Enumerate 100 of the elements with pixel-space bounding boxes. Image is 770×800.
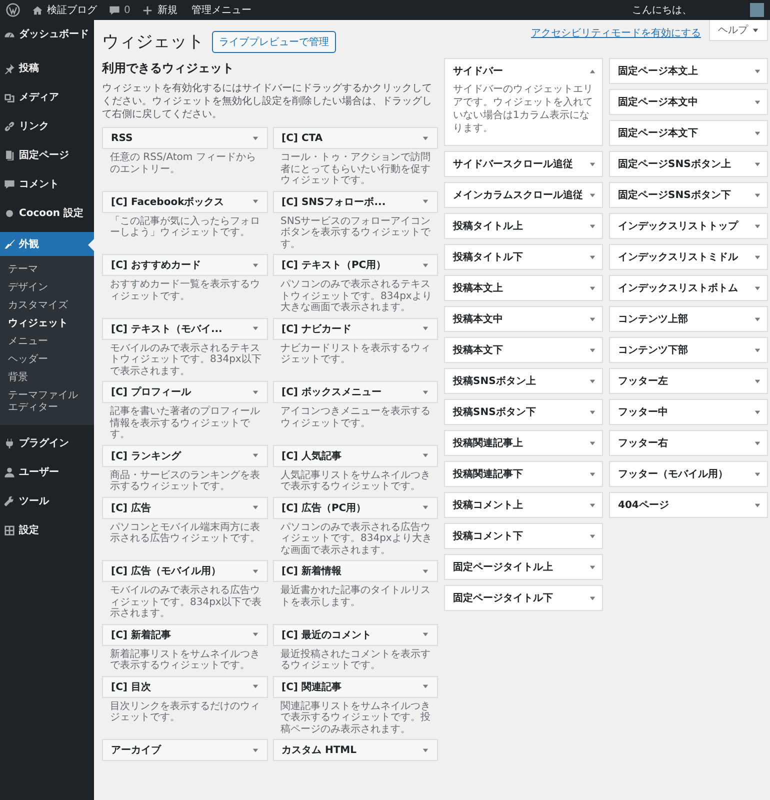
sidebar-menu-item[interactable]: プラグイン [0, 433, 94, 453]
submenu-item[interactable]: カスタマイズ [0, 297, 94, 315]
widget-area-panel[interactable]: 投稿SNSボタン下 [444, 399, 603, 425]
widget-area-panel[interactable]: 投稿コメント上 [444, 492, 603, 518]
caret-down-icon[interactable] [754, 440, 761, 446]
widget-area-panel[interactable]: コンテンツ上部 [609, 306, 768, 332]
caret-down-icon[interactable] [754, 378, 761, 384]
caret-down-icon[interactable] [754, 192, 761, 198]
sidebar-menu-item[interactable]: 外観 [0, 232, 94, 256]
submenu-item[interactable]: テーマ [0, 261, 94, 279]
widget-area-panel[interactable]: 投稿本文上 [444, 275, 603, 301]
widget-area-panel[interactable]: サイドバースクロール追従 [444, 151, 603, 177]
submenu-item[interactable]: ウィジェット [0, 315, 94, 333]
widget-card[interactable]: [C] Facebookボックス [102, 190, 268, 212]
widget-area-panel[interactable]: メインカラムスクロール追従 [444, 182, 603, 208]
widget-area-panel[interactable]: 投稿本文下 [444, 337, 603, 363]
widget-area-panel[interactable]: 投稿関連記事上 [444, 430, 603, 456]
widget-card[interactable]: [C] おすすめカード [102, 254, 268, 276]
caret-down-icon[interactable] [589, 502, 596, 508]
widget-area-panel[interactable]: 投稿タイトル上 [444, 213, 603, 239]
submenu-item[interactable]: デザイン [0, 279, 94, 297]
sidebar-menu-item[interactable]: ツール [0, 491, 94, 511]
widget-card[interactable]: [C] CTA [272, 127, 438, 149]
caret-down-icon[interactable] [754, 284, 761, 292]
caret-down-icon[interactable] [754, 502, 761, 508]
site-name-link[interactable]: 検証ブログ [47, 3, 97, 17]
widget-area-panel[interactable]: 固定ページSNSボタン下 [609, 182, 768, 208]
widget-card[interactable]: [C] 新着記事 [102, 624, 268, 646]
accessibility-mode-link[interactable]: アクセシビリティモードを有効にする [531, 26, 701, 40]
widget-card[interactable]: [C] プロフィール [102, 381, 268, 403]
sidebar-menu-item[interactable]: 投稿 [0, 58, 94, 78]
submenu-item[interactable]: テーマファイルエディター [0, 387, 94, 417]
wordpress-logo-icon[interactable] [6, 3, 20, 17]
caret-down-icon[interactable] [754, 222, 761, 230]
caret-up-icon[interactable] [589, 68, 596, 74]
widget-area-panel[interactable]: 投稿タイトル下 [444, 244, 603, 270]
caret-down-icon[interactable] [589, 192, 596, 198]
caret-down-icon[interactable] [589, 316, 596, 322]
widget-area-panel[interactable]: 固定ページタイトル下 [444, 585, 603, 611]
caret-down-icon[interactable] [754, 470, 761, 478]
widget-area-panel[interactable]: 固定ページ本文下 [609, 120, 768, 146]
widget-area-panel[interactable]: 投稿コメント下 [444, 523, 603, 549]
widget-area-panel[interactable]: 投稿SNSボタン上 [444, 368, 603, 394]
widget-area-panel[interactable]: 404ページ [609, 492, 768, 518]
caret-down-icon[interactable] [589, 160, 596, 168]
caret-down-icon[interactable] [754, 408, 761, 416]
widget-card[interactable]: [C] 関連記事 [272, 676, 438, 698]
widget-card[interactable]: カスタム HTML [272, 739, 438, 761]
caret-down-icon[interactable] [589, 408, 596, 416]
widget-card[interactable]: [C] テキスト（モバイ... [102, 318, 268, 340]
caret-down-icon[interactable] [589, 440, 596, 446]
widget-card[interactable]: [C] 新着情報 [272, 560, 438, 582]
widget-area-panel[interactable]: コンテンツ下部 [609, 337, 768, 363]
caret-down-icon[interactable] [754, 130, 761, 136]
sidebar-menu-item[interactable]: ダッシュボード [0, 24, 94, 44]
caret-down-icon[interactable] [589, 284, 596, 292]
sidebar-menu-item[interactable]: Cocoon 設定 [0, 203, 94, 223]
sidebar-menu-item[interactable]: 設定 [0, 520, 94, 540]
sidebar-menu-item[interactable]: 固定ページ [0, 145, 94, 165]
widget-card[interactable]: [C] 広告（PC用） [272, 496, 438, 518]
widget-card[interactable]: RSS [102, 127, 268, 149]
widget-area-panel[interactable]: フッター右 [609, 430, 768, 456]
caret-down-icon[interactable] [589, 532, 596, 540]
submenu-item[interactable]: 背景 [0, 369, 94, 387]
widget-area-panel[interactable]: 固定ページ本文上 [609, 58, 768, 84]
sidebar-menu-item[interactable]: コメント [0, 174, 94, 194]
new-menu-link[interactable]: 新規 [157, 3, 178, 17]
widget-area-panel[interactable]: フッター（モバイル用） [609, 461, 768, 487]
widget-area-panel[interactable]: 投稿本文中 [444, 306, 603, 332]
widget-area-panel[interactable]: フッター中 [609, 399, 768, 425]
widget-card[interactable]: [C] テキスト（PC用） [272, 254, 438, 276]
sidebar-menu-item[interactable]: ユーザー [0, 462, 94, 482]
widget-area-panel[interactable]: 固定ページ本文中 [609, 89, 768, 115]
caret-down-icon[interactable] [589, 594, 596, 602]
caret-down-icon[interactable] [754, 316, 761, 322]
caret-down-icon[interactable] [589, 346, 596, 354]
home-icon[interactable] [32, 4, 43, 16]
plus-icon[interactable] [142, 4, 154, 16]
widget-area-panel[interactable]: インデックスリストミドル [609, 244, 768, 270]
caret-down-icon[interactable] [754, 160, 761, 168]
widget-card[interactable]: [C] 広告 [102, 496, 268, 518]
widget-area-panel[interactable]: 固定ページSNSボタン上 [609, 151, 768, 177]
widget-area-panel[interactable]: サイドバー サイドバーのウィジェットエリアです。ウィジェットを入れていない場合は1カラム表示になります。 [444, 58, 603, 146]
caret-down-icon[interactable] [754, 98, 761, 106]
live-preview-button[interactable]: ライブプレビューで管理 [212, 31, 336, 53]
submenu-item[interactable]: メニュー [0, 333, 94, 351]
caret-down-icon[interactable] [754, 346, 761, 354]
widget-card[interactable]: [C] ボックスメニュー [272, 381, 438, 403]
submenu-item[interactable]: ヘッダー [0, 351, 94, 369]
caret-down-icon[interactable] [589, 378, 596, 384]
caret-down-icon[interactable] [589, 222, 596, 230]
widget-card[interactable]: [C] 最近のコメント [272, 624, 438, 646]
widget-area-panel[interactable]: 固定ページタイトル上 [444, 554, 603, 580]
widget-card[interactable]: [C] 目次 [102, 676, 268, 698]
help-button[interactable]: ヘルプ [709, 20, 768, 41]
sidebar-menu-item[interactable]: メディア [0, 87, 94, 107]
widget-card[interactable]: [C] 人気記事 [272, 444, 438, 466]
caret-down-icon[interactable] [589, 564, 596, 570]
caret-down-icon[interactable] [754, 254, 761, 260]
widget-card[interactable]: [C] ナビカード [272, 318, 438, 340]
